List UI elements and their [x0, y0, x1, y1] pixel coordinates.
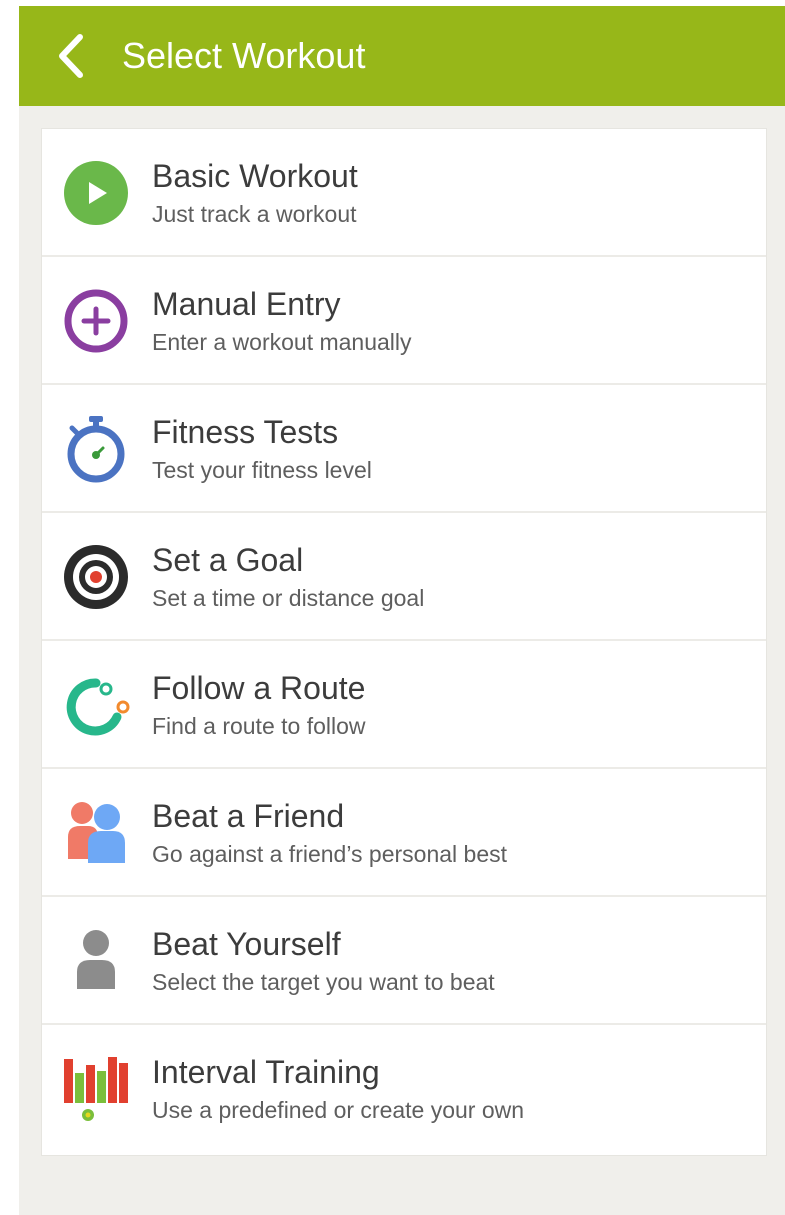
item-title: Beat Yourself — [152, 926, 341, 962]
list-item-beat-yourself[interactable]: Beat Yourself Select the target you want… — [42, 897, 766, 1025]
item-title: Basic Workout — [152, 158, 358, 194]
item-title: Beat a Friend — [152, 798, 345, 834]
workout-list: Basic Workout Just track a workout Manua… — [41, 128, 767, 1156]
list-item-basic-workout[interactable]: Basic Workout Just track a workout — [42, 129, 766, 257]
item-title: Set a Goal — [152, 542, 304, 578]
app-bar: Select Workout — [19, 6, 785, 106]
target-icon — [62, 543, 130, 611]
item-subtitle: Use a predefined or create your own — [152, 1097, 525, 1123]
item-subtitle: Just track a workout — [152, 201, 357, 227]
list-item-interval-training[interactable]: Interval Training Use a predefined or cr… — [42, 1025, 766, 1153]
phone-screen: Select Workout Basic Workout Just track … — [19, 6, 785, 1215]
item-title: Interval Training — [152, 1054, 380, 1090]
plus-circle-icon — [62, 287, 130, 355]
item-title: Fitness Tests — [152, 414, 339, 450]
person-icon — [62, 927, 130, 995]
route-icon — [62, 671, 130, 739]
stopwatch-icon — [62, 415, 130, 483]
interval-bars-icon — [62, 1055, 130, 1123]
item-title: Follow a Route — [152, 670, 366, 706]
list-item-manual-entry[interactable]: Manual Entry Enter a workout manually — [42, 257, 766, 385]
item-title: Manual Entry — [152, 286, 341, 322]
list-item-follow-a-route[interactable]: Follow a Route Find a route to follow — [42, 641, 766, 769]
back-arrow-icon[interactable] — [53, 32, 93, 80]
page-title: Select Workout — [122, 35, 366, 76]
item-subtitle: Test your fitness level — [152, 457, 372, 483]
list-item-fitness-tests[interactable]: Fitness Tests Test your fitness level — [42, 385, 766, 513]
item-subtitle: Enter a workout manually — [152, 329, 412, 355]
list-item-beat-a-friend[interactable]: Beat a Friend Go against a friend’s pers… — [42, 769, 766, 897]
list-item-set-a-goal[interactable]: Set a Goal Set a time or distance goal — [42, 513, 766, 641]
item-subtitle: Go against a friend’s personal best — [152, 841, 508, 867]
friends-icon — [62, 799, 130, 867]
play-circle-icon — [62, 159, 130, 227]
item-subtitle: Set a time or distance goal — [152, 585, 425, 611]
item-subtitle: Select the target you want to beat — [152, 969, 495, 995]
item-subtitle: Find a route to follow — [152, 713, 366, 739]
